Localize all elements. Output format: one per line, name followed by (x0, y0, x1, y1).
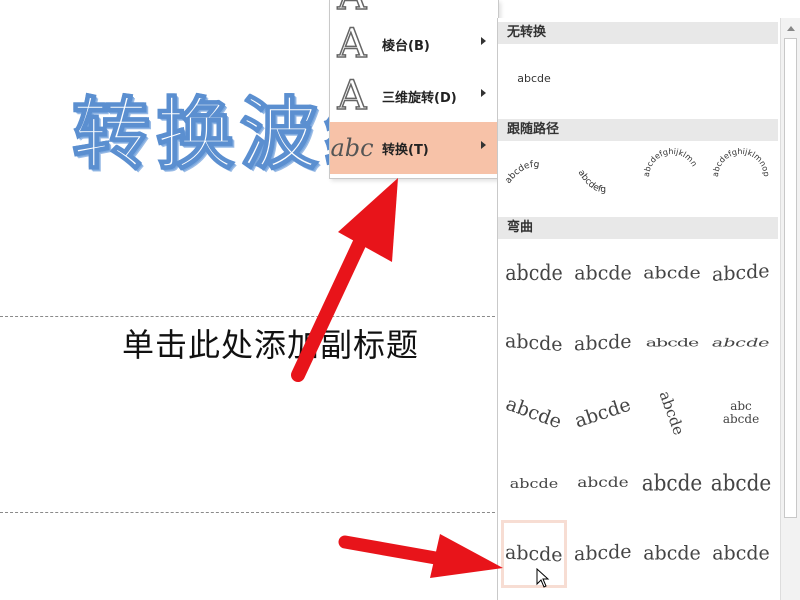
menu-item-bevel[interactable]: A 棱台(B) (330, 18, 498, 70)
gallery-item-warp[interactable]: abcde (639, 520, 705, 586)
svg-text:abcdefghijklmn: abcdefghijklmn (642, 147, 699, 177)
submenu-arrow-icon (481, 89, 486, 97)
gallery-item-warp[interactable]: abcde (570, 310, 636, 376)
transform-icon: abc (330, 134, 374, 162)
gallery-item-warp[interactable]: abcde (639, 450, 705, 516)
gallery-item-warp[interactable]: abcde (708, 450, 774, 516)
wordart-a-icon: A (330, 0, 374, 20)
gallery-item-warp[interactable]: abcde (570, 380, 636, 446)
gallery-item-warp[interactable]: abcde (501, 450, 567, 516)
menu-item-transform[interactable]: abc 转换(T) (330, 122, 498, 174)
menu-item-3d-rotation[interactable]: A 三维旋转(D) (330, 70, 498, 122)
transform-gallery: 无转换 abcde 跟随路径 abcdefg abcdefg abcdefghi… (497, 18, 800, 600)
section-header-no-transform: 无转换 (498, 22, 778, 44)
menu-item-label: 转换(T) (382, 142, 429, 158)
annotation-arrow-right-icon (338, 534, 503, 578)
gallery-item-warp[interactable]: abcde (501, 380, 567, 446)
gallery-item-warp[interactable]: abcde (639, 310, 705, 376)
gallery-item-warp-selected[interactable]: abcde (501, 520, 567, 588)
gallery-item-warp[interactable]: abcde (570, 520, 636, 586)
submenu-arrow-icon (481, 141, 486, 149)
scroll-up-arrow-icon[interactable] (787, 26, 795, 31)
3d-rotation-icon: A (337, 72, 367, 120)
menu-item-label: 三维旋转(D) (382, 90, 457, 106)
gallery-item-warp[interactable]: abcde (708, 310, 774, 376)
gallery-item-warp[interactable]: abcde (639, 380, 705, 446)
path-sample: abcdefg (504, 160, 540, 186)
section-header-follow-path: 跟随路径 (498, 119, 778, 141)
gallery-scrollbar[interactable] (780, 18, 800, 600)
gallery-item-arch-up[interactable]: abcdefg (501, 142, 567, 212)
gallery-item-button[interactable]: abcdefghijklmnop (708, 142, 774, 212)
gallery-item-warp[interactable]: abcde (639, 240, 705, 306)
mouse-cursor-icon (536, 568, 550, 588)
path-sample: abcdefghijklmnop (711, 147, 771, 177)
text-effects-menu: A A 棱台(B) A 三维旋转(D) abc 转换(T) (329, 0, 499, 179)
submenu-arrow-icon (481, 37, 486, 45)
gallery-item-arch-down[interactable]: abcdefg (570, 142, 636, 212)
menu-item-label: 棱台(B) (382, 38, 430, 54)
gallery-item-warp[interactable]: abcde (501, 240, 567, 306)
gallery-item-warp[interactable]: abcde (708, 520, 774, 586)
section-header-warp: 弯曲 (498, 217, 778, 239)
svg-text:abcdefg: abcdefg (576, 168, 607, 195)
gallery-item-warp[interactable]: abc abcde (708, 380, 774, 446)
svg-text:abcdefghijklmnop: abcdefghijklmnop (711, 147, 771, 177)
path-sample: abcdefg (576, 168, 607, 195)
svg-text:abcdefg: abcdefg (504, 160, 540, 186)
annotation-arrow-up-icon (291, 178, 398, 382)
gallery-item-warp[interactable]: abcde (501, 310, 567, 376)
placeholder-border-bottom (0, 512, 500, 513)
gallery-item-warp[interactable]: abcde (708, 240, 774, 306)
gallery-item-circle[interactable]: abcdefghijklmn (639, 142, 705, 212)
placeholder-border-top (0, 316, 500, 317)
gallery-item-warp[interactable]: abcde (570, 450, 636, 516)
path-sample: abcdefghijklmn (642, 147, 699, 177)
gallery-item-no-transform[interactable]: abcde (501, 48, 567, 108)
scroll-thumb[interactable] (784, 38, 797, 518)
gallery-item-warp[interactable]: abcde (570, 240, 636, 306)
bevel-icon: A (337, 20, 367, 68)
